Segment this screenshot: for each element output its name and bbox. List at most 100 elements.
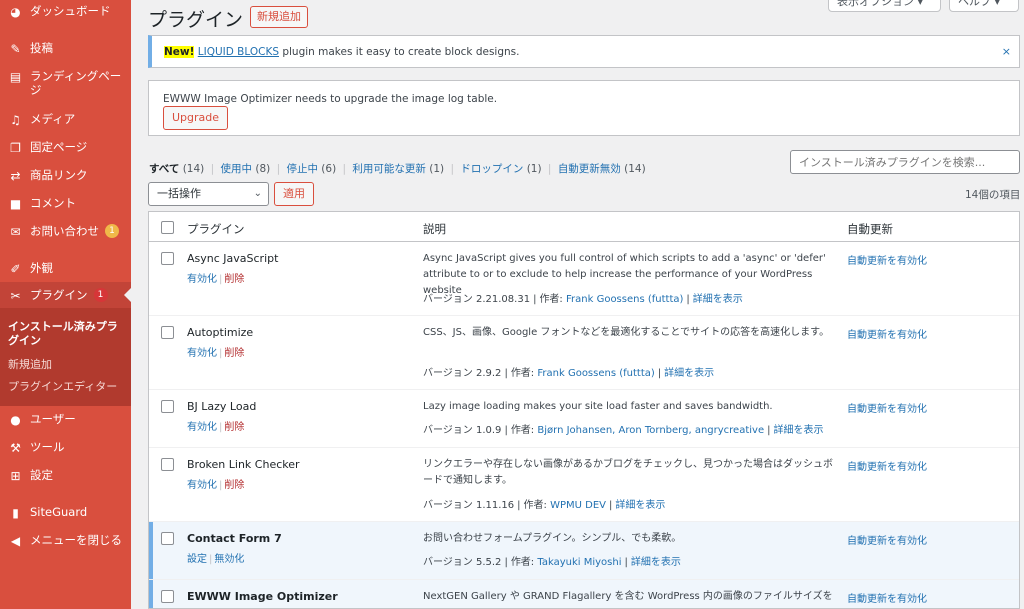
liquid-blocks-notice: New! LIQUID BLOCKS plugin makes it easy … [148, 35, 1020, 68]
separator: | [450, 163, 455, 175]
enable-auto-update-link[interactable]: 自動更新を有効化 [847, 590, 927, 605]
deactivate-link[interactable]: 無効化 [214, 554, 244, 565]
menu-product-links[interactable]: ⇄ 商品リンク [0, 168, 131, 183]
row-checkbox[interactable] [161, 326, 174, 339]
separator: | [219, 422, 223, 433]
separator: | [504, 425, 508, 436]
submenu-installed-plugins[interactable]: インストール済みプラグイン [8, 320, 126, 348]
chevron-down-icon: ⌄ [253, 188, 262, 199]
separator: | [219, 348, 223, 359]
menu-appearance[interactable]: ✐ 外観 [0, 261, 131, 276]
filter-autoupdate-disabled[interactable]: 自動更新無効 [558, 163, 621, 175]
search-plugins-input[interactable] [790, 150, 1020, 174]
author-link[interactable]: Takayuki Miyoshi [537, 557, 621, 568]
bulk-actions-select[interactable]: 一括操作 ⌄ [148, 182, 269, 206]
menu-label: お問い合わせ [30, 224, 99, 238]
activate-link[interactable]: 有効化 [187, 480, 217, 491]
update-badge: 1 [93, 288, 108, 302]
plugin-meta: バージョン 2.9.2 | 作者: Frank Goossens (futtta) |… [423, 364, 714, 379]
menu-pages[interactable]: ❐ 固定ページ [0, 140, 131, 155]
help-tab[interactable]: ヘルプ ▾ [949, 0, 1019, 12]
column-auto-update: 自動更新 [847, 222, 893, 236]
delete-link[interactable]: 削除 [224, 348, 244, 359]
menu-comments[interactable]: ■ コメント [0, 196, 131, 211]
filter-all[interactable]: すべて [149, 163, 179, 175]
author-link[interactable]: Bjørn Johansen, Aron Tornberg, angrycrea… [537, 425, 764, 436]
menu-media[interactable]: ♫ メディア [0, 112, 131, 127]
plugin-version: バージョン 1.0.9 [423, 425, 502, 436]
enable-auto-update-link[interactable]: 自動更新を有効化 [847, 532, 927, 547]
details-link[interactable]: 詳細を表示 [773, 425, 823, 436]
submenu-add-new[interactable]: 新規追加 [8, 358, 126, 372]
menu-label: 設定 [30, 468, 53, 482]
details-link[interactable]: 詳細を表示 [615, 500, 665, 511]
select-all-checkbox[interactable] [161, 221, 174, 234]
plugin-meta: バージョン 5.5.2 | 作者: Takayuki Miyoshi | 詳細を表示 [423, 553, 681, 568]
plugin-description: お問い合わせフォームプラグイン。シンプル、でも柔軟。 [423, 533, 682, 544]
delete-link[interactable]: 削除 [224, 480, 244, 491]
liquid-blocks-link[interactable]: LIQUID BLOCKS [198, 46, 279, 58]
enable-auto-update-link[interactable]: 自動更新を有効化 [847, 400, 927, 415]
add-new-button[interactable]: 新規追加 [250, 6, 308, 28]
separator: | [547, 163, 552, 175]
details-link[interactable]: 詳細を表示 [631, 557, 681, 568]
submenu-plugin-editor[interactable]: プラグインエディター [8, 380, 126, 394]
menu-landing-pages[interactable]: ▤ ランディングページ [0, 69, 131, 97]
row-checkbox[interactable] [161, 458, 174, 471]
enable-auto-update-link[interactable]: 自動更新を有効化 [847, 458, 927, 473]
screen-options-tab[interactable]: 表示オプション ▾ [828, 0, 941, 12]
plugins-table: プラグイン 説明 自動更新 Async JavaScript 有効化 | 削除 As… [148, 211, 1020, 609]
filter-inactive[interactable]: 停止中 [286, 163, 318, 175]
menu-users[interactable]: ● ユーザー [0, 412, 131, 427]
notification-badge: 1 [105, 224, 119, 238]
plugin-meta: バージョン 2.21.08.31 | 作者: Frank Goossens (fut… [423, 290, 743, 305]
wrench-icon: ⚒ [10, 440, 21, 455]
activate-link[interactable]: 有効化 [187, 274, 217, 285]
filter-update-available[interactable]: 利用可能な更新 [352, 163, 426, 175]
separator: | [504, 368, 508, 379]
row-checkbox[interactable] [161, 590, 174, 603]
author-link[interactable]: WPMU DEV [550, 500, 606, 511]
menu-label: ユーザー [30, 412, 76, 426]
menu-siteguard[interactable]: ▮ SiteGuard [0, 505, 131, 520]
enable-auto-update-link[interactable]: 自動更新を有効化 [847, 326, 927, 341]
menu-tools[interactable]: ⚒ ツール [0, 440, 131, 455]
plugin-name: EWWW Image Optimizer [187, 590, 338, 603]
menu-posts[interactable]: ✎ 投稿 [0, 41, 131, 56]
row-checkbox[interactable] [161, 400, 174, 413]
plugin-name: Contact Form 7 [187, 532, 282, 545]
separator: | [657, 368, 662, 379]
settings-link[interactable]: 設定 [187, 554, 207, 565]
delete-link[interactable]: 削除 [224, 422, 244, 433]
table-row: Contact Form 7 設定 | 無効化 お問い合わせフォームプラグイン。シン… [149, 522, 1019, 580]
close-icon[interactable]: × [1002, 45, 1011, 58]
apply-button[interactable]: 適用 [274, 182, 314, 206]
link-icon: ⇄ [10, 168, 21, 183]
row-actions: 有効化 | 削除 [187, 344, 244, 359]
row-actions: 有効化 | 削除 [187, 476, 244, 491]
activate-link[interactable]: 有効化 [187, 422, 217, 433]
menu-label: プラグイン [30, 288, 88, 302]
filter-active[interactable]: 使用中 [221, 163, 253, 175]
menu-settings[interactable]: ⊞ 設定 [0, 468, 131, 483]
activate-link[interactable]: 有効化 [187, 348, 217, 359]
menu-collapse[interactable]: ◀ メニューを閉じる [0, 533, 131, 548]
separator: | [276, 163, 281, 175]
plugin-description: リンクエラーや存在しない画像があるかブログをチェックし、見つかった場合はダッシュ… [423, 459, 833, 486]
menu-plugins[interactable]: ✂ プラグイン 1 [0, 282, 131, 308]
menu-contact[interactable]: ✉ お問い合わせ 1 [0, 224, 131, 239]
menu-label: 商品リンク [30, 168, 88, 182]
enable-auto-update-link[interactable]: 自動更新を有効化 [847, 252, 927, 267]
menu-dashboard[interactable]: ◕ ダッシュボード [0, 4, 131, 19]
separator: | [686, 294, 690, 305]
details-link[interactable]: 詳細を表示 [693, 294, 743, 305]
row-checkbox[interactable] [161, 532, 174, 545]
author-link[interactable]: Frank Goossens (futtta) [566, 294, 683, 305]
author-link[interactable]: Frank Goossens (futtta) [537, 368, 654, 379]
upgrade-button[interactable]: Upgrade [163, 106, 229, 130]
plugin-version: バージョン 2.9.2 [423, 368, 502, 379]
details-link[interactable]: 詳細を表示 [664, 368, 714, 379]
delete-link[interactable]: 削除 [224, 274, 244, 285]
row-checkbox[interactable] [161, 252, 174, 265]
filter-dropins[interactable]: ドロップイン [460, 163, 523, 175]
